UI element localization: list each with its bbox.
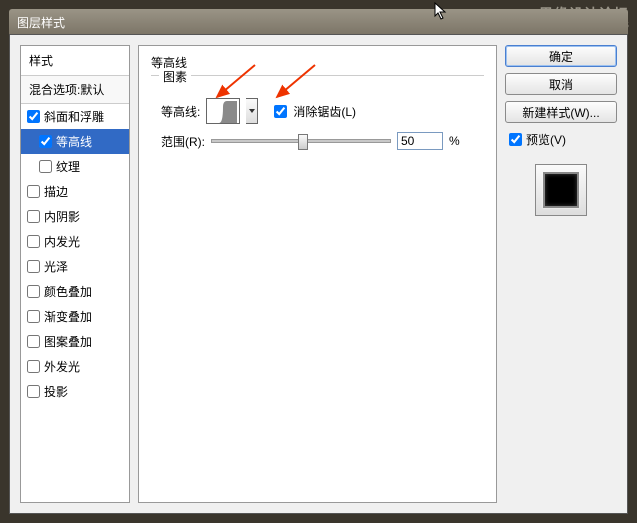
style-item-checkbox[interactable] [27, 210, 40, 223]
style-item-checkbox[interactable] [39, 160, 52, 173]
style-item[interactable]: 外发光 [21, 354, 129, 379]
style-item[interactable]: 光泽 [21, 254, 129, 279]
range-slider-thumb[interactable] [298, 134, 308, 150]
range-label: 范围(R): [161, 133, 205, 150]
range-slider[interactable] [211, 139, 391, 143]
style-item[interactable]: 纹理 [21, 154, 129, 179]
cancel-button[interactable]: 取消 [505, 73, 617, 95]
style-item[interactable]: 内阴影 [21, 204, 129, 229]
style-item-checkbox[interactable] [39, 135, 52, 148]
style-item[interactable]: 描边 [21, 179, 129, 204]
preview-checkbox[interactable] [509, 133, 522, 146]
ok-button[interactable]: 确定 [505, 45, 617, 67]
range-input[interactable] [397, 132, 443, 150]
antialias-label: 消除锯齿(L) [293, 103, 356, 120]
style-item-label: 描边 [44, 183, 68, 200]
style-item-checkbox[interactable] [27, 285, 40, 298]
dialog-titlebar: 图层样式 [9, 9, 628, 34]
style-item-checkbox[interactable] [27, 335, 40, 348]
style-item-label: 斜面和浮雕 [44, 108, 104, 125]
group-title: 等高线 [151, 54, 484, 71]
style-item-label: 外发光 [44, 358, 80, 375]
style-item-label: 渐变叠加 [44, 308, 92, 325]
preview-label: 预览(V) [526, 131, 566, 148]
style-item-label: 内发光 [44, 233, 80, 250]
style-item[interactable]: 等高线 [21, 129, 129, 154]
contour-label: 等高线: [161, 103, 200, 120]
style-item-checkbox[interactable] [27, 310, 40, 323]
style-item[interactable]: 投影 [21, 379, 129, 404]
styles-header: 样式 [21, 46, 129, 76]
contour-picker[interactable] [206, 98, 240, 124]
style-item-label: 图案叠加 [44, 333, 92, 350]
preview-thumbnail-inner [543, 172, 579, 208]
style-item-checkbox[interactable] [27, 185, 40, 198]
antialias-checkbox[interactable] [274, 105, 287, 118]
layer-style-dialog: 样式 混合选项:默认 斜面和浮雕等高线纹理描边内阴影内发光光泽颜色叠加渐变叠加图… [9, 34, 628, 514]
style-item-checkbox[interactable] [27, 260, 40, 273]
style-item-label: 内阴影 [44, 208, 80, 225]
new-style-button[interactable]: 新建样式(W)... [505, 101, 617, 123]
style-item[interactable]: 渐变叠加 [21, 304, 129, 329]
style-item-label: 等高线 [56, 133, 92, 150]
blend-options-row[interactable]: 混合选项:默认 [21, 76, 129, 104]
style-item-checkbox[interactable] [27, 235, 40, 248]
style-item[interactable]: 内发光 [21, 229, 129, 254]
fieldset-legend: 图素 [159, 68, 191, 85]
style-item-label: 光泽 [44, 258, 68, 275]
contour-dropdown[interactable] [246, 98, 258, 124]
style-item-label: 颜色叠加 [44, 283, 92, 300]
style-item-checkbox[interactable] [27, 110, 40, 123]
style-item[interactable]: 斜面和浮雕 [21, 104, 129, 129]
style-item-label: 纹理 [56, 158, 80, 175]
style-item-checkbox[interactable] [27, 385, 40, 398]
preview-thumbnail [535, 164, 587, 216]
settings-panel: 等高线 图素 等高线: 消除锯齿(L) [138, 45, 497, 503]
elements-fieldset: 图素 等高线: 消除锯齿(L) 范围( [151, 75, 484, 168]
style-item[interactable]: 图案叠加 [21, 329, 129, 354]
dialog-buttons: 确定 取消 新建样式(W)... 预览(V) [505, 45, 617, 503]
styles-list: 样式 混合选项:默认 斜面和浮雕等高线纹理描边内阴影内发光光泽颜色叠加渐变叠加图… [20, 45, 130, 503]
style-item-checkbox[interactable] [27, 360, 40, 373]
style-item[interactable]: 颜色叠加 [21, 279, 129, 304]
style-item-label: 投影 [44, 383, 68, 400]
range-unit: % [449, 134, 460, 148]
